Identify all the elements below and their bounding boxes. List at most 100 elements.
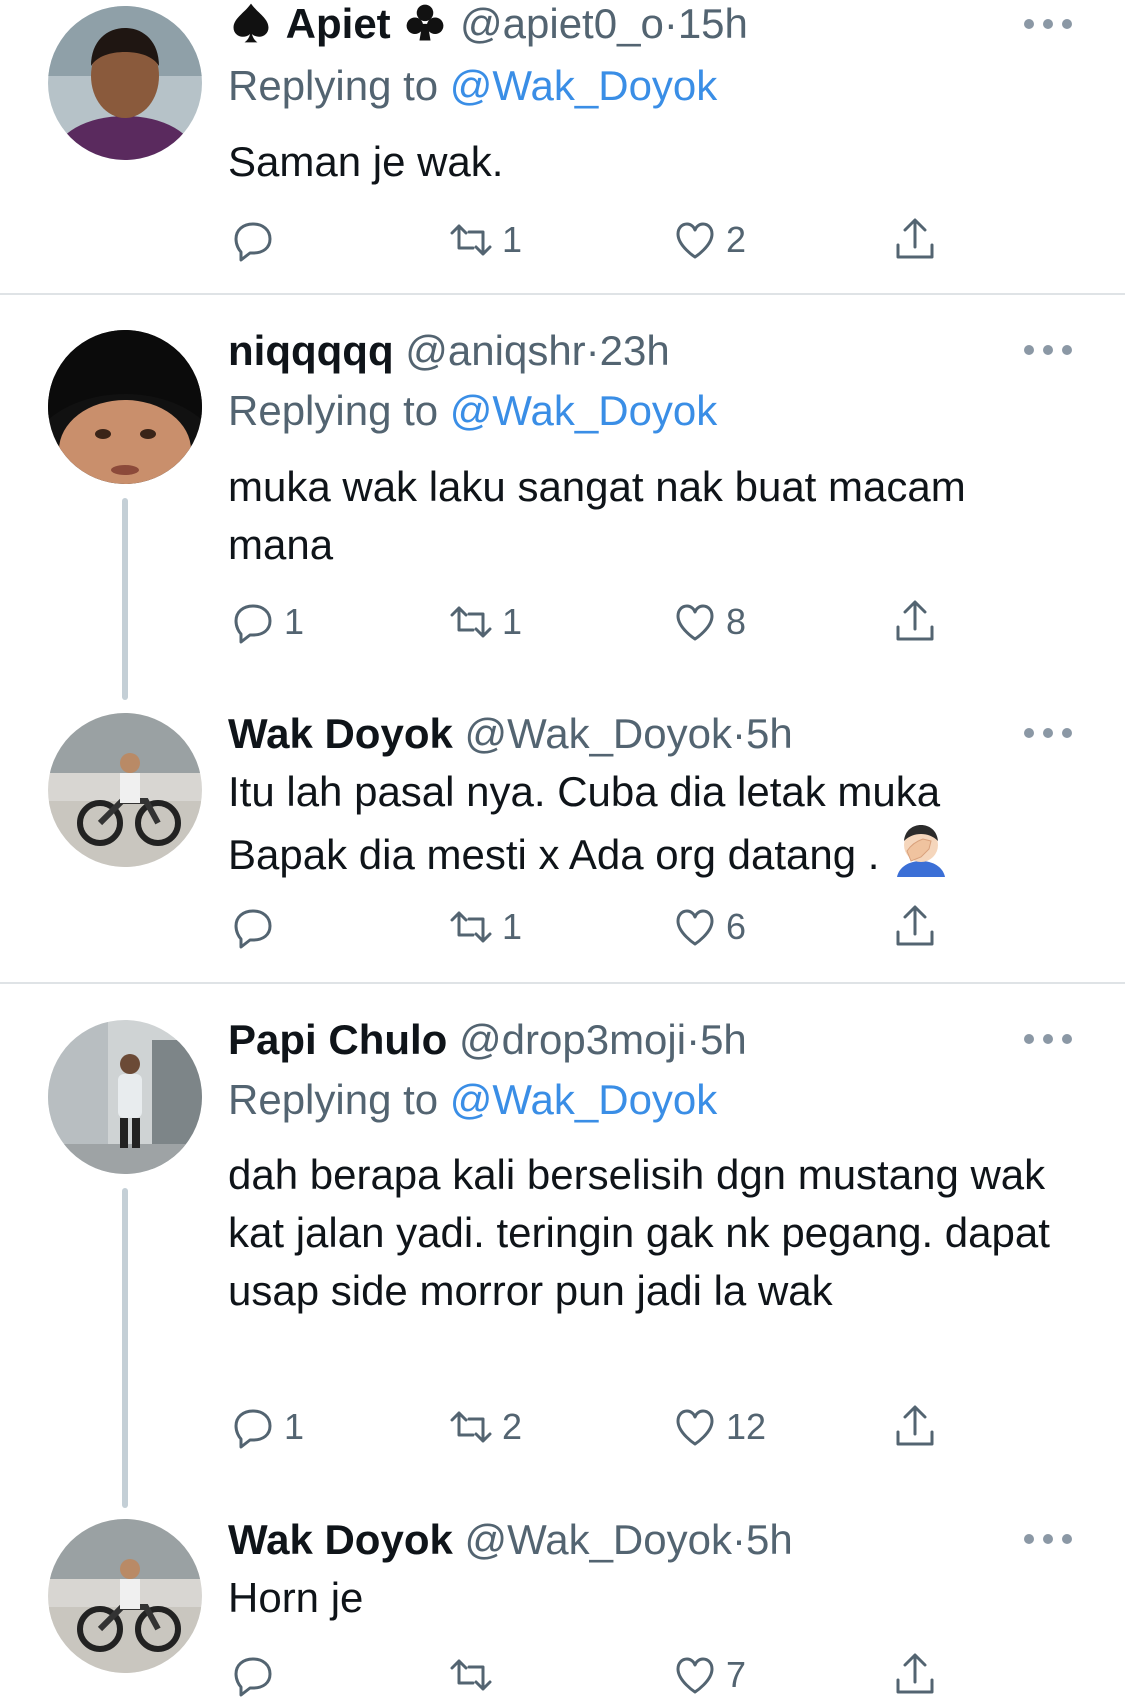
tweet-header: Apiet @apiet0_o·15h [228, 0, 1065, 54]
handle[interactable]: @apiet0_o [460, 0, 664, 47]
handle[interactable]: @Wak_Doyok [465, 1516, 732, 1563]
heart-icon [676, 1657, 714, 1694]
retweet-count: 2 [502, 1406, 523, 1447]
like-count: 7 [726, 1654, 747, 1695]
reply-button[interactable]: 1 [228, 592, 304, 652]
avatar[interactable] [48, 713, 202, 867]
tweet-text: muka wak laku sangat nak buat macam mana [228, 463, 966, 568]
reply-count: 1 [284, 1406, 305, 1447]
like-button[interactable]: 6 [670, 897, 746, 957]
share-button[interactable] [890, 1645, 940, 1705]
replying-to-mention[interactable]: @Wak_Doyok [450, 62, 717, 109]
timestamp[interactable]: 5h [700, 1016, 747, 1063]
tweet-actions: 1 6 [228, 897, 948, 957]
timestamp[interactable]: 5h [746, 710, 793, 757]
reply-button[interactable] [228, 1645, 284, 1705]
more-options-button[interactable] [1024, 723, 1072, 743]
share-icon [896, 905, 934, 946]
avatar-photo-icon [48, 1020, 202, 1174]
tweet-text: Itu lah pasal nya. Cuba dia letak muka B… [228, 763, 1078, 884]
tweet-header: Papi Chulo @drop3moji·5h [228, 1010, 1065, 1070]
reply-button[interactable] [228, 897, 284, 957]
tweet-text: Horn je [228, 1574, 364, 1621]
like-button[interactable]: 8 [670, 592, 746, 652]
reply-icon [234, 1409, 272, 1449]
thread-line [122, 1188, 128, 1508]
tweet-text-line-2: Bapak dia mesti x Ada org datang . [228, 831, 880, 878]
replying-to-label: Replying to [228, 387, 439, 434]
reply-icon [234, 1657, 272, 1697]
reply-icon [234, 604, 272, 644]
replying-to-mention[interactable]: @Wak_Doyok [450, 387, 717, 434]
divider [0, 982, 1125, 984]
replying-to-line: Replying to @Wak_Doyok [228, 1072, 717, 1128]
timestamp[interactable]: 5h [746, 1516, 793, 1563]
handle[interactable]: @Wak_Doyok [465, 710, 732, 757]
replying-to-mention[interactable]: @Wak_Doyok [450, 1076, 717, 1123]
tweet-header: niqqqqq @aniqshr·23h [228, 321, 1065, 381]
heart-icon [676, 222, 714, 259]
tweet-header: Wak Doyok @Wak_Doyok·5h [228, 704, 1065, 764]
avatar-photo-icon [48, 330, 202, 484]
timestamp[interactable]: 15h [678, 0, 748, 47]
display-name[interactable]: niqqqqq [228, 327, 394, 374]
avatar[interactable] [48, 1519, 202, 1673]
more-options-button[interactable] [1024, 340, 1072, 360]
retweet-icon [450, 606, 492, 638]
retweet-button[interactable]: 1 [446, 592, 522, 652]
like-count: 12 [726, 1406, 767, 1447]
reply-button[interactable]: 1 [228, 1397, 304, 1457]
avatar-photo-icon [48, 6, 202, 160]
separator-dot: · [686, 1016, 701, 1063]
tweet-header: Wak Doyok @Wak_Doyok·5h [228, 1510, 1065, 1570]
retweet-button[interactable]: 1 [446, 210, 522, 270]
handle[interactable]: @drop3moji [459, 1016, 686, 1063]
more-options-button[interactable] [1024, 14, 1072, 34]
retweet-icon [450, 1659, 492, 1691]
share-button[interactable] [890, 1397, 940, 1457]
reply-button[interactable] [228, 210, 284, 270]
share-button[interactable] [890, 210, 940, 270]
retweet-icon [450, 911, 492, 943]
like-button[interactable]: 2 [670, 210, 746, 270]
thread-line [122, 498, 128, 700]
separator-dot: · [731, 1516, 746, 1563]
reply-count: 1 [284, 601, 305, 642]
handle[interactable]: @aniqshr [405, 327, 585, 374]
replying-to-line: Replying to @Wak_Doyok [228, 58, 717, 114]
club-icon [406, 4, 444, 41]
retweet-count: 1 [502, 601, 523, 642]
avatar[interactable] [48, 1020, 202, 1174]
display-name[interactable]: Wak Doyok [228, 1516, 453, 1563]
face-palm-emoji [897, 825, 946, 877]
retweet-button[interactable]: 2 [446, 1397, 522, 1457]
avatar[interactable] [48, 330, 202, 484]
display-name[interactable]: Wak Doyok [228, 710, 453, 757]
heart-icon [676, 1409, 714, 1446]
retweet-button[interactable]: 1 [446, 897, 522, 957]
tweet-text: dah berapa kali berselisih dgn mustang w… [228, 1151, 1050, 1314]
tweet-text-line-1: Itu lah pasal nya. Cuba dia letak muka [228, 768, 941, 815]
like-count: 6 [726, 906, 747, 947]
like-button[interactable]: 7 [670, 1645, 746, 1705]
avatar[interactable] [48, 6, 202, 160]
timestamp[interactable]: 23h [600, 327, 670, 374]
tweet-actions: 1 1 8 [228, 592, 948, 652]
replying-to-label: Replying to [228, 1076, 439, 1123]
share-button[interactable] [890, 592, 940, 652]
more-options-button[interactable] [1024, 1029, 1072, 1049]
retweet-icon [450, 224, 492, 256]
retweet-icon [450, 1411, 492, 1443]
retweet-button[interactable] [446, 1645, 502, 1705]
tweet-actions: 1 2 12 [228, 1397, 948, 1457]
tweet-actions: 1 2 [228, 210, 948, 270]
display-name[interactable]: Apiet [286, 0, 391, 47]
more-options-button[interactable] [1024, 1529, 1072, 1549]
share-button[interactable] [890, 897, 940, 957]
avatar-photo-icon [48, 713, 202, 867]
like-button[interactable]: 12 [670, 1397, 766, 1457]
retweet-count: 1 [502, 219, 523, 260]
display-name[interactable]: Papi Chulo [228, 1016, 447, 1063]
like-count: 2 [726, 219, 747, 260]
like-count: 8 [726, 601, 747, 642]
